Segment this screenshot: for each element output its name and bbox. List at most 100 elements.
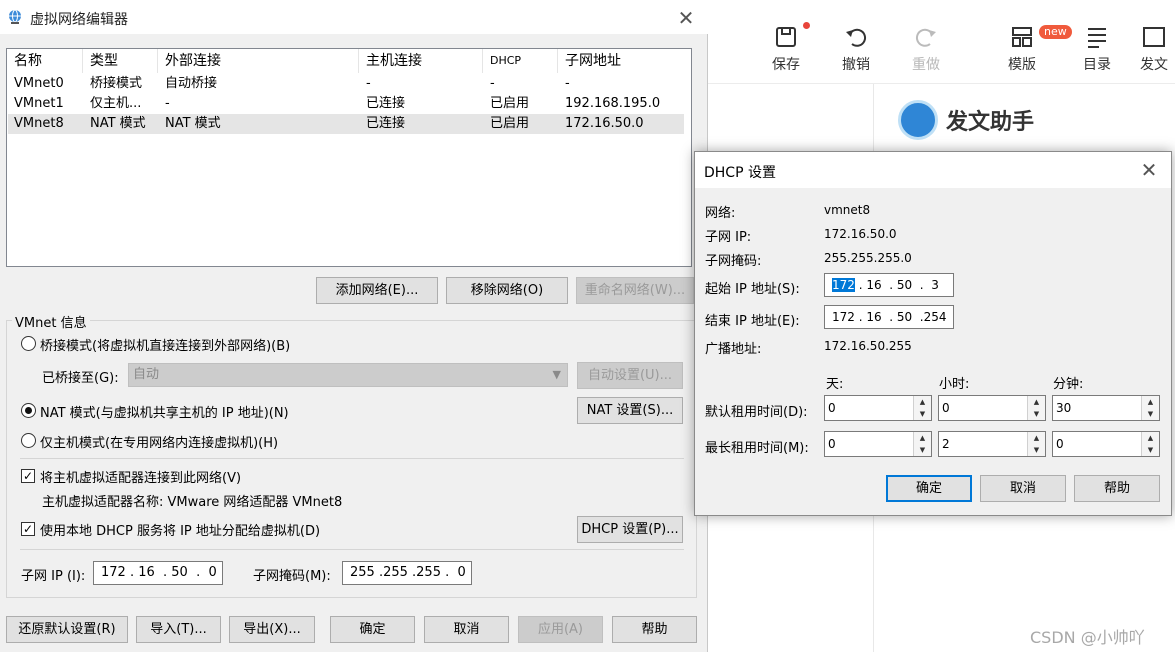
toolbar-publish-label: 发文 [1140,57,1168,73]
table-row-selected[interactable]: VMnet8 NAT 模式 NAT 模式 已连接 已启用 172.16.50.0 [8,114,684,134]
close-icon[interactable]: ✕ [1136,158,1162,182]
bridged-to-select[interactable]: 自动 ▼ [128,363,568,387]
template-icon [1012,27,1032,47]
connect-adapter-checkbox[interactable]: ✓ [21,469,35,483]
connect-adapter-label[interactable]: 将主机虚拟适配器连接到此网络(V) [40,467,241,486]
end-ip-field[interactable]: 172 . 16 . 50 .254 [824,305,954,329]
host-only-radio[interactable] [21,433,36,448]
stepper-up-icon[interactable]: ▲ [1142,432,1159,444]
stepper-buttons[interactable]: ▲ ▼ [1141,432,1159,456]
stepper-buttons[interactable]: ▲ ▼ [1027,396,1045,420]
stepper-up-icon[interactable]: ▲ [1142,396,1159,408]
col-header-host[interactable]: 主机连接 [358,49,422,73]
auto-settings-button[interactable]: 自动设置(U)... [577,362,683,389]
stepper-buttons[interactable]: ▲ ▼ [913,396,931,420]
stepper-down-icon[interactable]: ▼ [1028,444,1045,456]
network-globe-icon [9,9,21,24]
import-button[interactable]: 导入(T)... [136,616,221,643]
stepper-buttons[interactable]: ▲ ▼ [1027,432,1045,456]
helper-logo-icon [898,100,938,140]
nat-label[interactable]: NAT 模式(与虚拟机共享主机的 IP 地址)(N) [40,402,289,421]
cell-subnet: 172.16.50.0 [565,116,644,131]
stepper-down-icon[interactable]: ▼ [1142,408,1159,420]
virtual-network-editor-window: 虚拟网络编辑器 ✕ 名称 类型 外部连接 主机连接 DHCP 子网地址 VMne… [0,0,708,652]
dhcp-settings-button[interactable]: DHCP 设置(P)... [577,516,683,543]
col-header-type[interactable]: 类型 [82,49,118,73]
stepper-up-icon[interactable]: ▲ [1028,396,1045,408]
network-list[interactable]: 名称 类型 外部连接 主机连接 DHCP 子网地址 VMnet0 桥接模式 自动… [6,48,692,267]
subnet-mask-label: 子网掩码: [705,254,762,269]
bridged-to-label: 已桥接至(G): [42,371,119,386]
apply-button[interactable]: 应用(A) [518,616,603,643]
stepper-down-icon[interactable]: ▼ [1142,444,1159,456]
add-network-button[interactable]: 添加网络(E)... [316,277,438,304]
stepper-up-icon[interactable]: ▲ [914,432,931,444]
dhcp-ok-button[interactable]: 确定 [886,475,972,502]
nat-settings-button[interactable]: NAT 设置(S)... [577,397,683,424]
rename-network-button[interactable]: 重命名网络(W)... [576,277,694,304]
start-ip-field[interactable]: 172 . 16 . 50 . 3 [824,273,954,297]
stepper-down-icon[interactable]: ▼ [914,444,931,456]
bridged-label[interactable]: 桥接模式(将虚拟机直接连接到外部网络)(B) [40,335,290,354]
remove-network-button[interactable]: 移除网络(O) [446,277,568,304]
cell-type: NAT 模式 [90,116,146,131]
redo-icon [915,28,936,47]
toolbar-undo-button[interactable]: 撤销 [826,24,886,74]
dhcp-help-button[interactable]: 帮助 [1074,475,1160,502]
cell-subnet: - [565,76,570,91]
use-dhcp-checkbox[interactable]: ✓ [21,522,35,536]
ok-button[interactable]: 确定 [330,616,415,643]
toolbar-save-button[interactable]: 保存 [756,24,816,74]
stepper-up-icon[interactable]: ▲ [914,396,931,408]
start-ip-rest: . 16 . 50 . 3 [854,278,939,292]
subnet-mask-field[interactable]: 255 .255 .255 . 0 [342,561,472,585]
table-row[interactable]: VMnet0 桥接模式 自动桥接 - - - [8,74,684,94]
max-lease-days-stepper[interactable]: 0 ▲ ▼ [824,431,932,457]
help-button[interactable]: 帮助 [612,616,697,643]
cell-name: VMnet8 [14,116,64,131]
bridged-radio[interactable] [21,336,36,351]
export-button[interactable]: 导出(X)... [229,616,315,643]
subnet-ip-field[interactable]: 172 . 16 . 50 . 0 [93,561,223,585]
max-lease-minutes-value: 0 [1056,437,1064,451]
toolbar-redo-button[interactable]: 重做 [896,24,956,74]
toolbar-toc-button[interactable]: 目录 [1067,24,1127,74]
host-only-label[interactable]: 仅主机模式(在专用网络内连接虚拟机)(H) [40,432,278,451]
table-row[interactable]: VMnet1 仅主机... - 已连接 已启用 192.168.195.0 [8,94,684,114]
adapter-name-label: 主机虚拟适配器名称: VMware 网络适配器 VMnet8 [42,495,343,510]
restore-defaults-button[interactable]: 还原默认设置(R) [6,616,128,643]
col-header-name[interactable]: 名称 [7,49,42,73]
publish-icon [1143,27,1165,47]
cell-type: 仅主机... [90,96,142,111]
unsaved-dot [803,22,810,29]
col-header-subnet[interactable]: 子网地址 [557,49,621,73]
toolbar-publish-button[interactable]: 发文 [1140,24,1175,74]
default-lease-hours-stepper[interactable]: 0 ▲ ▼ [938,395,1046,421]
nat-radio[interactable] [21,403,36,418]
use-dhcp-label[interactable]: 使用本地 DHCP 服务将 IP 地址分配给虚拟机(D) [40,520,320,539]
max-lease-hours-value: 2 [942,437,950,451]
toolbar-redo-label: 重做 [912,57,940,73]
stepper-up-icon[interactable]: ▲ [1028,432,1045,444]
cell-external: 自动桥接 [165,76,218,91]
cell-subnet: 192.168.195.0 [565,96,661,111]
dhcp-title: DHCP 设置 [704,165,776,181]
col-header-dhcp[interactable]: DHCP [482,49,521,73]
cancel-button[interactable]: 取消 [424,616,509,643]
vmnet-info-label: VMnet 信息 [12,312,90,331]
default-lease-minutes-stepper[interactable]: 30 ▲ ▼ [1052,395,1160,421]
stepper-down-icon[interactable]: ▼ [914,408,931,420]
toolbar-save-label: 保存 [772,57,800,73]
default-lease-days-stepper[interactable]: 0 ▲ ▼ [824,395,932,421]
cell-external: - [165,96,170,111]
max-lease-minutes-stepper[interactable]: 0 ▲ ▼ [1052,431,1160,457]
max-lease-hours-stepper[interactable]: 2 ▲ ▼ [938,431,1046,457]
col-header-external[interactable]: 外部连接 [157,49,221,73]
chevron-down-icon: ▼ [552,368,561,381]
stepper-buttons[interactable]: ▲ ▼ [913,432,931,456]
close-icon[interactable]: ✕ [673,6,699,30]
dhcp-cancel-button[interactable]: 取消 [980,475,1066,502]
stepper-down-icon[interactable]: ▼ [1028,408,1045,420]
undo-icon [846,28,867,47]
stepper-buttons[interactable]: ▲ ▼ [1141,396,1159,420]
